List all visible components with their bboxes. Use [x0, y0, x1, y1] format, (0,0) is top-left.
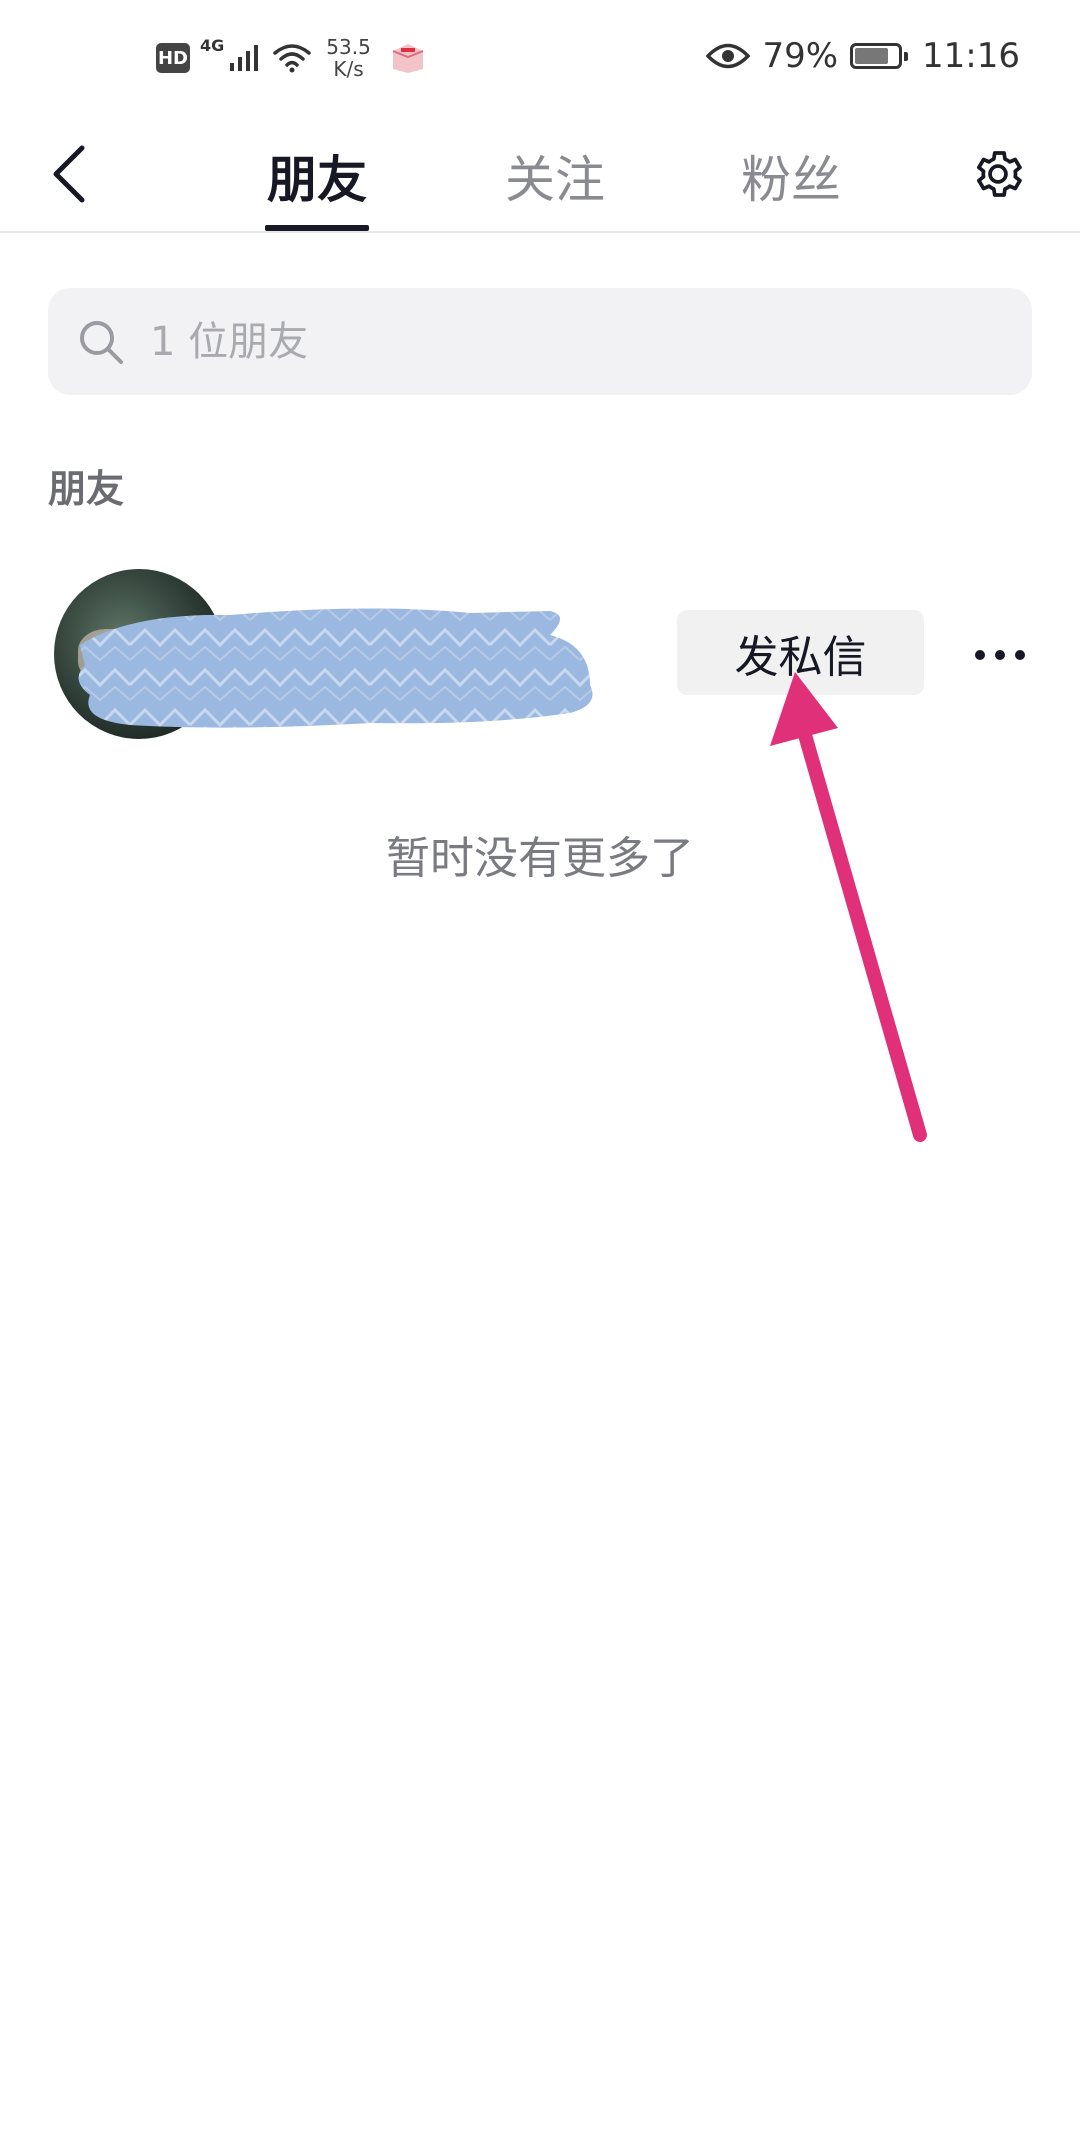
more-horizontal-icon — [975, 650, 985, 660]
battery-fill — [855, 48, 889, 64]
tab-friends-label: 朋友 — [267, 150, 367, 209]
section-title: 朋友 — [48, 467, 125, 511]
tab-friends[interactable]: 朋友 — [262, 120, 372, 231]
nav-bar: 朋友 关注 粉丝 — [0, 120, 1080, 233]
more-button[interactable] — [965, 625, 1035, 685]
tab-following-label: 关注 — [505, 150, 605, 209]
battery-percent: 79% — [762, 36, 839, 76]
battery-icon — [850, 43, 909, 69]
speed-value: 53.5 — [326, 35, 371, 59]
settings-button[interactable] — [962, 138, 1034, 210]
search-box[interactable] — [48, 288, 1032, 395]
hd-badge: HD — [156, 43, 190, 73]
status-left: HD 4G 53.5 K/s — [156, 36, 427, 80]
back-button[interactable] — [40, 134, 100, 214]
more-dot — [1015, 650, 1025, 660]
network-speed: 53.5 K/s — [326, 36, 371, 80]
end-of-list-text: 暂时没有更多了 — [386, 833, 694, 884]
eye-icon — [706, 43, 751, 69]
search-icon — [80, 320, 123, 364]
list-item[interactable]: 发私信 — [0, 565, 1080, 739]
tab-fans-label: 粉丝 — [741, 150, 841, 209]
network-type: 4G — [200, 36, 225, 55]
redaction-scribble — [78, 608, 593, 728]
signal-icon — [230, 45, 259, 71]
clock: 11:16 — [922, 36, 1020, 76]
more-dot — [995, 650, 1005, 660]
send-message-button[interactable]: 发私信 — [677, 610, 924, 695]
search-input[interactable] — [148, 317, 1012, 366]
active-tab-indicator — [265, 225, 369, 231]
tab-fans[interactable]: 粉丝 — [736, 120, 846, 231]
status-bar: HD 4G 53.5 K/s 79% 11:16 — [0, 0, 1080, 120]
wifi-icon — [273, 44, 312, 73]
chevron-left-icon — [53, 145, 85, 203]
gear-icon — [977, 151, 1022, 197]
speed-unit: K/s — [333, 57, 364, 81]
app-notification-icon — [392, 44, 424, 73]
tab-following[interactable]: 关注 — [500, 120, 610, 231]
status-right: 79% 11:16 — [706, 36, 1020, 76]
